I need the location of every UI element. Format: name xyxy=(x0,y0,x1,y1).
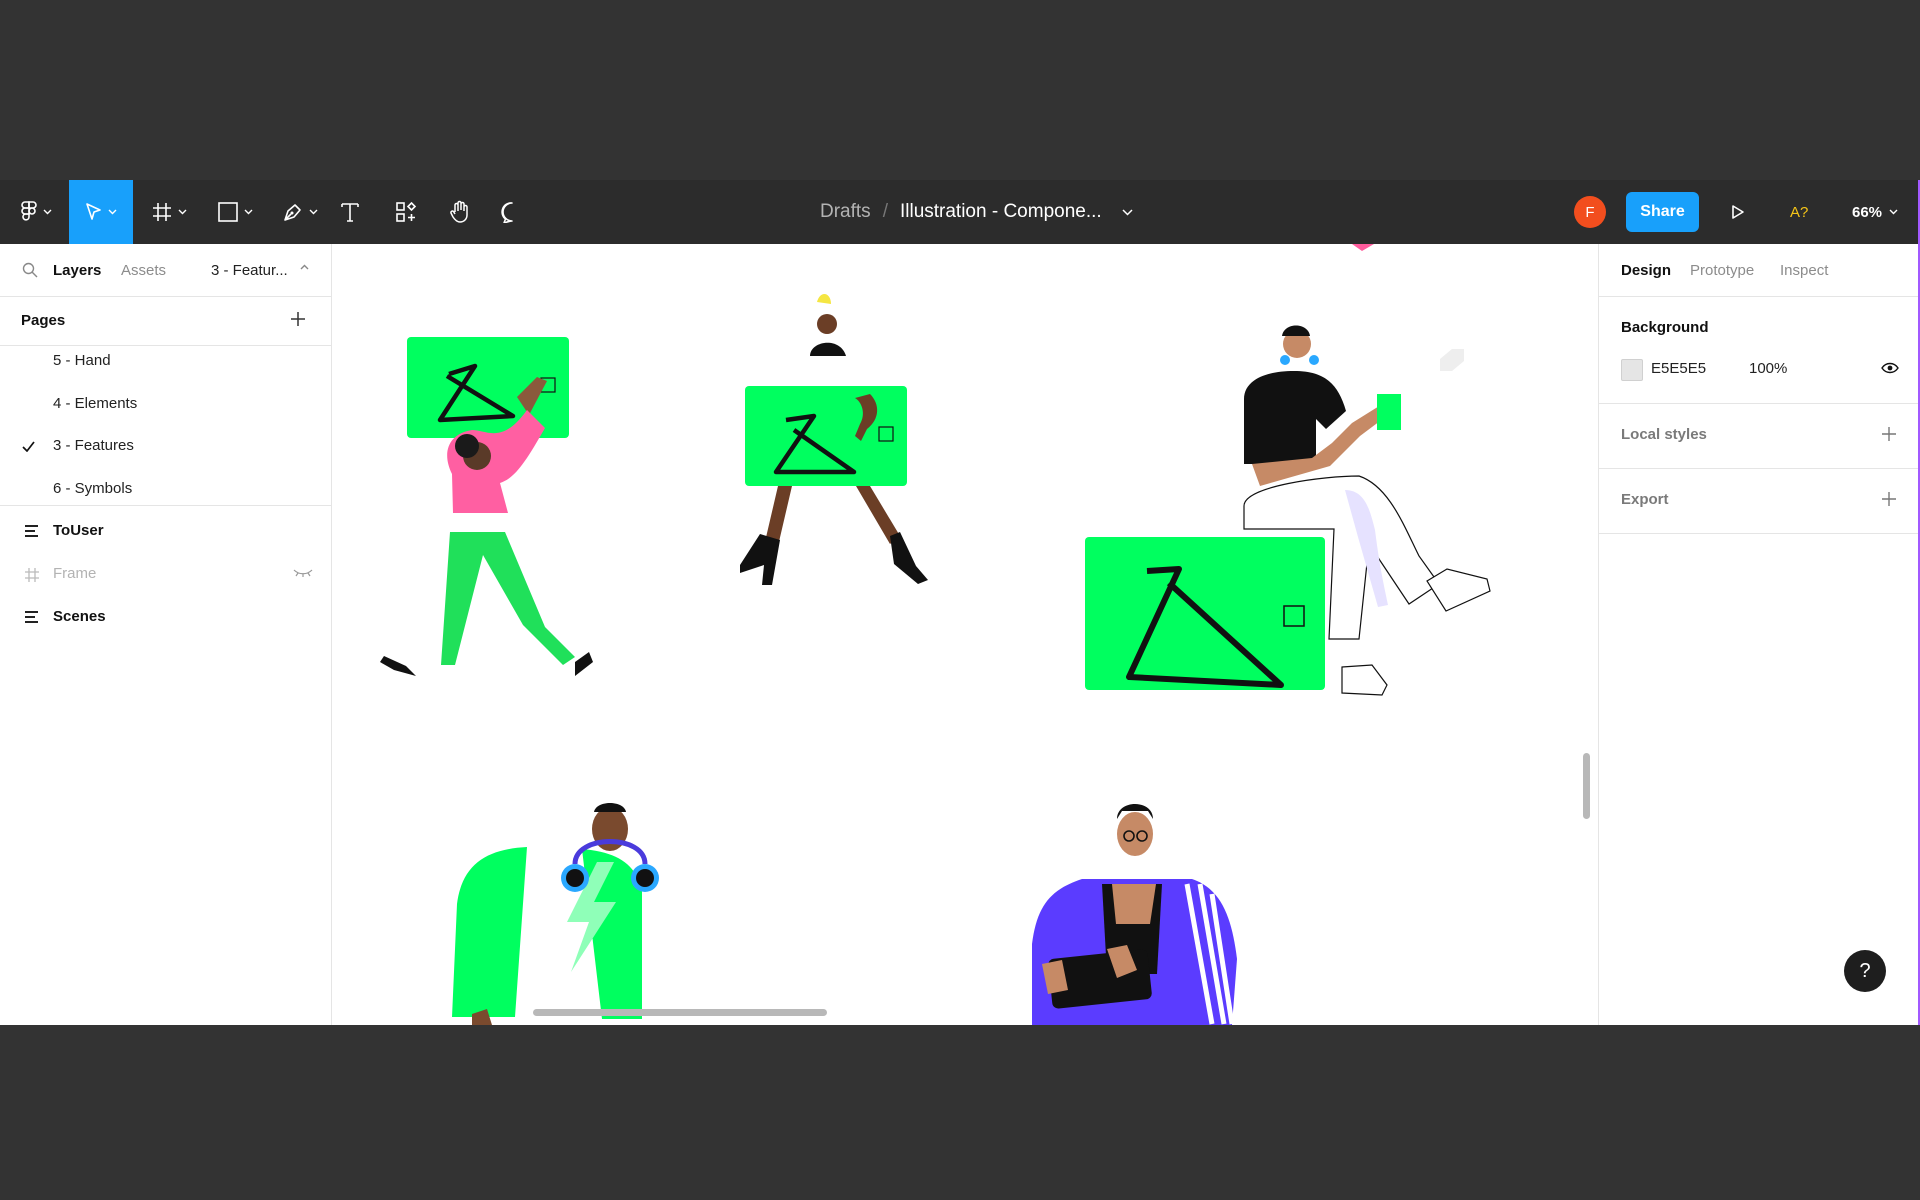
present-button[interactable] xyxy=(1726,180,1750,244)
hidden-eye-icon[interactable] xyxy=(293,568,313,578)
add-export-plus-icon[interactable] xyxy=(1881,491,1897,507)
background-section: Background E5E5E5 100% xyxy=(1599,297,1920,404)
hand-tool-button[interactable] xyxy=(446,180,474,244)
page-item-4-elements[interactable]: 4 - Elements xyxy=(53,395,137,412)
play-icon xyxy=(1732,205,1744,219)
breadcrumb-separator: / xyxy=(882,201,888,222)
chevron-down-icon xyxy=(108,209,117,215)
tab-design[interactable]: Design xyxy=(1621,262,1671,279)
comment-icon xyxy=(501,202,513,223)
tab-layers[interactable]: Layers xyxy=(53,262,101,279)
left-sidebar: Layers Assets 3 - Featur... Pages 5 - Ha… xyxy=(0,244,332,1025)
export-title: Export xyxy=(1621,491,1669,508)
component-list-icon xyxy=(25,611,38,623)
layer-label: Scenes xyxy=(53,608,106,625)
top-toolbar: Drafts / Illustration - Compone... F Sha… xyxy=(0,180,1920,244)
chevron-down-icon xyxy=(1889,209,1898,215)
pages-divider xyxy=(0,505,331,506)
background-hex-input[interactable]: E5E5E5 xyxy=(1651,360,1706,377)
layer-row-scenes[interactable]: Scenes xyxy=(0,600,331,634)
export-section: Export xyxy=(1599,469,1920,534)
chevron-down-icon xyxy=(43,209,52,215)
current-page-selector[interactable]: 3 - Featur... xyxy=(211,262,288,279)
breadcrumb-drafts-link[interactable]: Drafts xyxy=(820,201,871,223)
layer-label: Frame xyxy=(53,565,97,582)
illustration-person-glasses[interactable] xyxy=(1032,804,1237,1025)
hand-icon xyxy=(450,200,468,223)
layer-row-frame[interactable]: Frame xyxy=(0,557,331,591)
tab-assets[interactable]: Assets xyxy=(121,262,166,279)
rectangle-icon xyxy=(218,202,238,222)
pen-tool-button[interactable] xyxy=(275,180,325,244)
resources-tool-button[interactable] xyxy=(392,180,420,244)
right-sidebar: Design Prototype Inspect Background E5E5… xyxy=(1598,244,1920,1025)
add-style-plus-icon[interactable] xyxy=(1881,426,1897,442)
components-icon xyxy=(396,201,417,222)
breadcrumb: Drafts / Illustration - Compone... xyxy=(820,180,1133,244)
pages-header: Pages xyxy=(0,296,331,346)
help-button[interactable]: ? xyxy=(1844,950,1886,992)
layer-row-touser[interactable]: ToUser xyxy=(0,514,331,548)
search-icon[interactable] xyxy=(22,262,38,278)
eye-icon[interactable] xyxy=(1881,362,1899,374)
pen-icon xyxy=(284,204,301,221)
file-name[interactable]: Illustration - Compone... xyxy=(900,201,1102,223)
page-item-6-symbols[interactable]: 6 - Symbols xyxy=(53,480,132,497)
text-icon xyxy=(341,203,359,222)
local-styles-title: Local styles xyxy=(1621,426,1707,443)
horizontal-scrollbar[interactable] xyxy=(533,1009,827,1016)
file-menu-button[interactable] xyxy=(1122,208,1133,216)
page-item-3-features[interactable]: 3 - Features xyxy=(53,437,134,454)
local-styles-section: Local styles xyxy=(1599,404,1920,469)
background-color-swatch[interactable] xyxy=(1621,359,1643,381)
zoom-level: 66% xyxy=(1852,203,1883,221)
design-canvas[interactable] xyxy=(332,244,1598,1025)
frame-hash-icon xyxy=(153,203,171,221)
background-title: Background xyxy=(1621,319,1709,336)
text-tool-button[interactable] xyxy=(336,180,364,244)
illustration-person-headphones[interactable] xyxy=(452,803,659,1025)
main-menu-button[interactable] xyxy=(12,180,60,244)
chevron-down-icon xyxy=(178,209,187,215)
chevron-down-icon xyxy=(1122,208,1133,216)
illustration-person-walking[interactable] xyxy=(740,293,928,585)
frame-icon xyxy=(25,568,39,582)
figma-app: Drafts / Illustration - Compone... F Sha… xyxy=(0,180,1920,1025)
move-cursor-icon xyxy=(86,203,101,220)
chevron-up-icon[interactable] xyxy=(300,264,309,270)
page-item-5-hand[interactable]: 5 - Hand xyxy=(53,352,111,369)
component-list-icon xyxy=(25,525,38,537)
vertical-scrollbar[interactable] xyxy=(1583,753,1590,819)
background-opacity-input[interactable]: 100% xyxy=(1749,360,1787,377)
tab-prototype[interactable]: Prototype xyxy=(1690,262,1754,279)
tab-inspect[interactable]: Inspect xyxy=(1780,262,1828,279)
frame-tool-button[interactable] xyxy=(144,180,194,244)
checkmark-icon xyxy=(22,441,35,452)
share-button[interactable]: Share xyxy=(1626,192,1699,232)
move-tool-button[interactable] xyxy=(69,180,133,244)
comment-tool-button[interactable] xyxy=(498,180,526,244)
chevron-down-icon xyxy=(309,209,318,215)
green-card xyxy=(407,337,569,438)
canvas-illustrations xyxy=(380,244,1491,1025)
pink-shape-fragment xyxy=(1352,244,1374,251)
shape-tool-button[interactable] xyxy=(210,180,260,244)
layer-label: ToUser xyxy=(53,522,104,539)
pages-title: Pages xyxy=(21,312,66,329)
user-avatar[interactable]: F xyxy=(1574,196,1606,228)
chevron-down-icon xyxy=(244,209,253,215)
font-warning-button[interactable]: A? xyxy=(1790,180,1808,244)
add-page-plus-icon[interactable] xyxy=(290,311,306,327)
zoom-menu[interactable]: 66% xyxy=(1852,180,1898,244)
illustration-person-sitting-mug[interactable] xyxy=(1085,325,1491,696)
left-panel-tabs: Layers Assets 3 - Featur... xyxy=(0,244,331,296)
illustration-person-pink-jacket[interactable] xyxy=(380,337,593,676)
right-panel-tabs: Design Prototype Inspect xyxy=(1599,244,1920,297)
figma-logo-icon xyxy=(21,201,37,221)
